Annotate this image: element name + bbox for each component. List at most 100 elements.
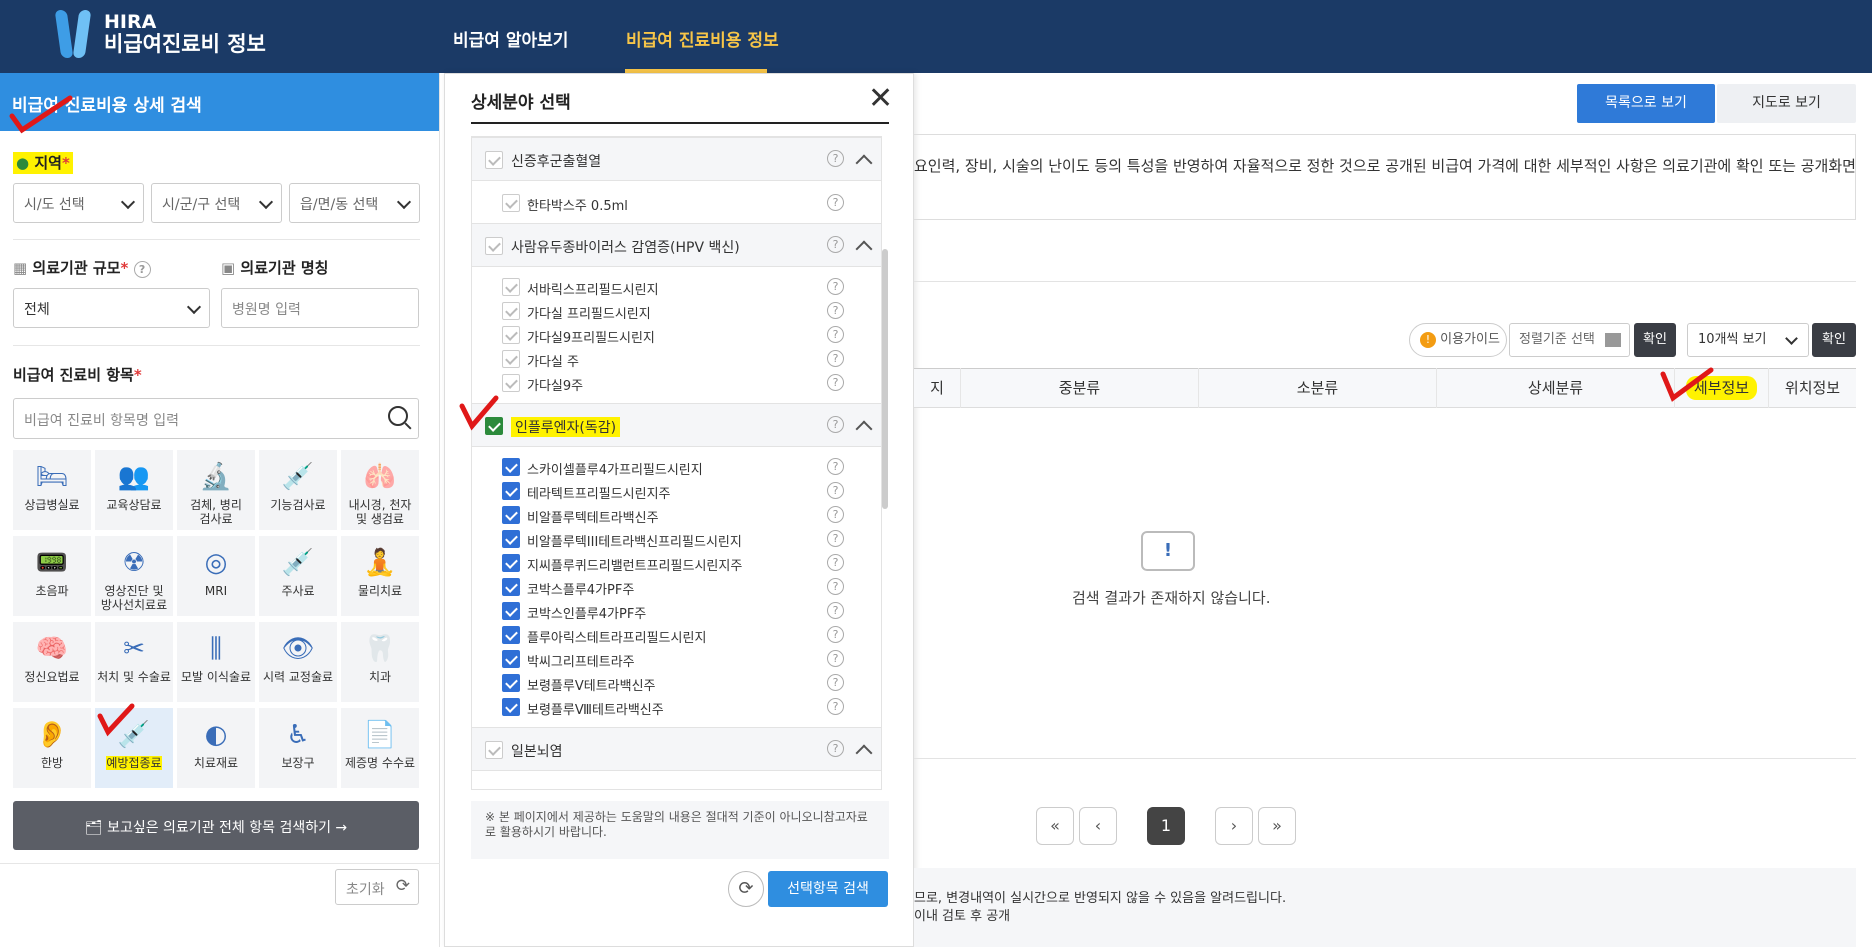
category-surgery[interactable]: ✂ 처치 및 수술료: [95, 622, 173, 702]
category-imaging[interactable]: ☢ 영상진단 및 방사선치료료: [95, 536, 173, 616]
category-ultrasound[interactable]: 📟 초음파: [13, 536, 91, 616]
sort-select[interactable]: 정렬기준 선택: [1509, 323, 1630, 357]
help-icon[interactable]: ?: [827, 326, 844, 343]
next-page-button[interactable]: ›: [1215, 807, 1253, 845]
list-item[interactable]: 보령플루Ⅷ테트라백신주?: [472, 695, 881, 719]
item-checkbox[interactable]: [502, 278, 520, 296]
item-checkbox[interactable]: [502, 302, 520, 320]
list-view-button[interactable]: 목록으로 보기: [1577, 84, 1715, 123]
help-icon[interactable]: ?: [133, 261, 151, 278]
list-item[interactable]: 플루아릭스테트라프리필드시린지?: [472, 623, 881, 647]
chevron-up-icon[interactable]: [855, 240, 873, 258]
help-icon[interactable]: ?: [827, 350, 844, 367]
group-header[interactable]: 인플루엔자(독감) ?: [472, 403, 881, 447]
item-checkbox[interactable]: [502, 458, 520, 476]
list-scrollbar[interactable]: [882, 249, 888, 509]
category-endoscopy[interactable]: 🫁 내시경, 천자 및 생검료: [341, 450, 419, 530]
hospital-name-input[interactable]: 병원명 입력: [221, 288, 419, 328]
nav-price-info[interactable]: 비급여 진료비용 정보: [626, 26, 779, 51]
category-aids[interactable]: ♿ 보장구: [259, 708, 337, 788]
category-function-test[interactable]: 💉 기능검사료: [259, 450, 337, 530]
help-icon[interactable]: ?: [827, 374, 844, 391]
category-vision[interactable]: 👁 시력 교정술료: [259, 622, 337, 702]
item-checkbox[interactable]: [502, 578, 520, 596]
help-icon[interactable]: ?: [827, 602, 844, 619]
category-dental[interactable]: 🦷 치과: [341, 622, 419, 702]
usage-guide-button[interactable]: ! 이용가이드: [1409, 323, 1507, 357]
help-icon[interactable]: ?: [827, 416, 844, 433]
scale-select[interactable]: 전체: [13, 288, 210, 328]
chevron-up-icon[interactable]: [855, 744, 873, 762]
group-header[interactable]: 신증후군출혈열 ?: [472, 137, 881, 181]
list-item[interactable]: 서바릭스프리필드시린지?: [472, 275, 881, 299]
selected-search-button[interactable]: 선택항목 검색: [768, 871, 888, 907]
page-size-select[interactable]: 10개씩 보기: [1687, 323, 1809, 357]
item-search-input[interactable]: 비급여 진료비 항목명 입력: [13, 398, 419, 439]
category-oriental[interactable]: 👂 한방: [13, 708, 91, 788]
help-icon[interactable]: ?: [827, 578, 844, 595]
item-checkbox[interactable]: [502, 602, 520, 620]
item-checkbox[interactable]: [502, 530, 520, 548]
category-room[interactable]: 🛏 상급병실료: [13, 450, 91, 530]
category-hair[interactable]: ⫼ 모발 이식술료: [177, 622, 255, 702]
refresh-icon[interactable]: ⟳: [728, 871, 764, 907]
help-icon[interactable]: ?: [827, 698, 844, 715]
help-icon[interactable]: ?: [827, 740, 844, 757]
nav-learn[interactable]: 비급여 알아보기: [453, 26, 568, 51]
group-checkbox[interactable]: [485, 741, 503, 759]
group-header[interactable]: 일본뇌염 ?: [472, 727, 881, 771]
last-page-button[interactable]: »: [1258, 807, 1296, 845]
list-item[interactable]: 스카이셀플루4가프리필드시린지?: [472, 455, 881, 479]
category-materials[interactable]: ◐ 치료재료: [177, 708, 255, 788]
current-page[interactable]: 1: [1147, 807, 1185, 845]
item-checkbox[interactable]: [502, 698, 520, 716]
list-item[interactable]: 지씨플루퀴드리밸런트프리필드시린지주?: [472, 551, 881, 575]
help-icon[interactable]: ?: [827, 554, 844, 571]
hira-logo[interactable]: HIRA 비급여진료비 정보: [54, 10, 266, 58]
category-mri[interactable]: ◎ MRI: [177, 536, 255, 616]
list-item[interactable]: 가다실9주?: [472, 371, 881, 395]
reset-button[interactable]: 초기화 ⟳: [335, 869, 419, 905]
item-checkbox[interactable]: [502, 650, 520, 668]
map-view-button[interactable]: 지도로 보기: [1717, 84, 1856, 123]
help-icon[interactable]: ?: [827, 236, 844, 253]
help-icon[interactable]: ?: [827, 674, 844, 691]
category-psychiatry[interactable]: 🧠 정신요법료: [13, 622, 91, 702]
help-icon[interactable]: ?: [827, 650, 844, 667]
page-size-confirm-button[interactable]: 확인: [1812, 323, 1856, 357]
close-icon[interactable]: ✕: [868, 84, 893, 114]
item-checkbox[interactable]: [502, 506, 520, 524]
group-checkbox[interactable]: [485, 237, 503, 255]
item-checkbox[interactable]: [502, 326, 520, 344]
sort-confirm-button[interactable]: 확인: [1634, 323, 1676, 357]
help-icon[interactable]: ?: [827, 626, 844, 643]
item-checkbox[interactable]: [502, 350, 520, 368]
list-item[interactable]: 코박스인플루4가PF주?: [472, 599, 881, 623]
item-checkbox[interactable]: [502, 482, 520, 500]
help-icon[interactable]: ?: [827, 150, 844, 167]
category-counsel[interactable]: 👥 교육상담료: [95, 450, 173, 530]
sido-select[interactable]: 시/도 선택: [13, 183, 144, 223]
item-checkbox[interactable]: [502, 374, 520, 392]
group-checkbox[interactable]: [485, 151, 503, 169]
list-item[interactable]: 비알플루텍테트라백신주?: [472, 503, 881, 527]
help-icon[interactable]: ?: [827, 506, 844, 523]
list-item[interactable]: 테라텍트프리필드시린지주?: [472, 479, 881, 503]
help-icon[interactable]: ?: [827, 194, 844, 211]
first-page-button[interactable]: «: [1036, 807, 1074, 845]
list-item[interactable]: 보령플루Ⅴ테트라백신주?: [472, 671, 881, 695]
category-certificate[interactable]: 📄 제증명 수수료: [341, 708, 419, 788]
item-checkbox[interactable]: [502, 554, 520, 572]
help-icon[interactable]: ?: [827, 278, 844, 295]
item-checkbox[interactable]: [502, 194, 520, 212]
list-item[interactable]: 한타박스주 0.5ml?: [472, 191, 881, 215]
help-icon[interactable]: ?: [827, 458, 844, 475]
category-physio[interactable]: 🧘 물리치료: [341, 536, 419, 616]
category-injection[interactable]: 💉 주사료: [259, 536, 337, 616]
list-item[interactable]: 비알플루텍III테트라백신프리필드시린지?: [472, 527, 881, 551]
subfield-list[interactable]: 신증후군출혈열 ? 한타박스주 0.5ml? 사람유두종바이러스 감염증(HPV…: [471, 136, 882, 790]
list-item[interactable]: 가다실 주?: [472, 347, 881, 371]
chevron-up-icon[interactable]: [855, 154, 873, 172]
help-icon[interactable]: ?: [827, 530, 844, 547]
list-item[interactable]: 박씨그리프테트라주?: [472, 647, 881, 671]
